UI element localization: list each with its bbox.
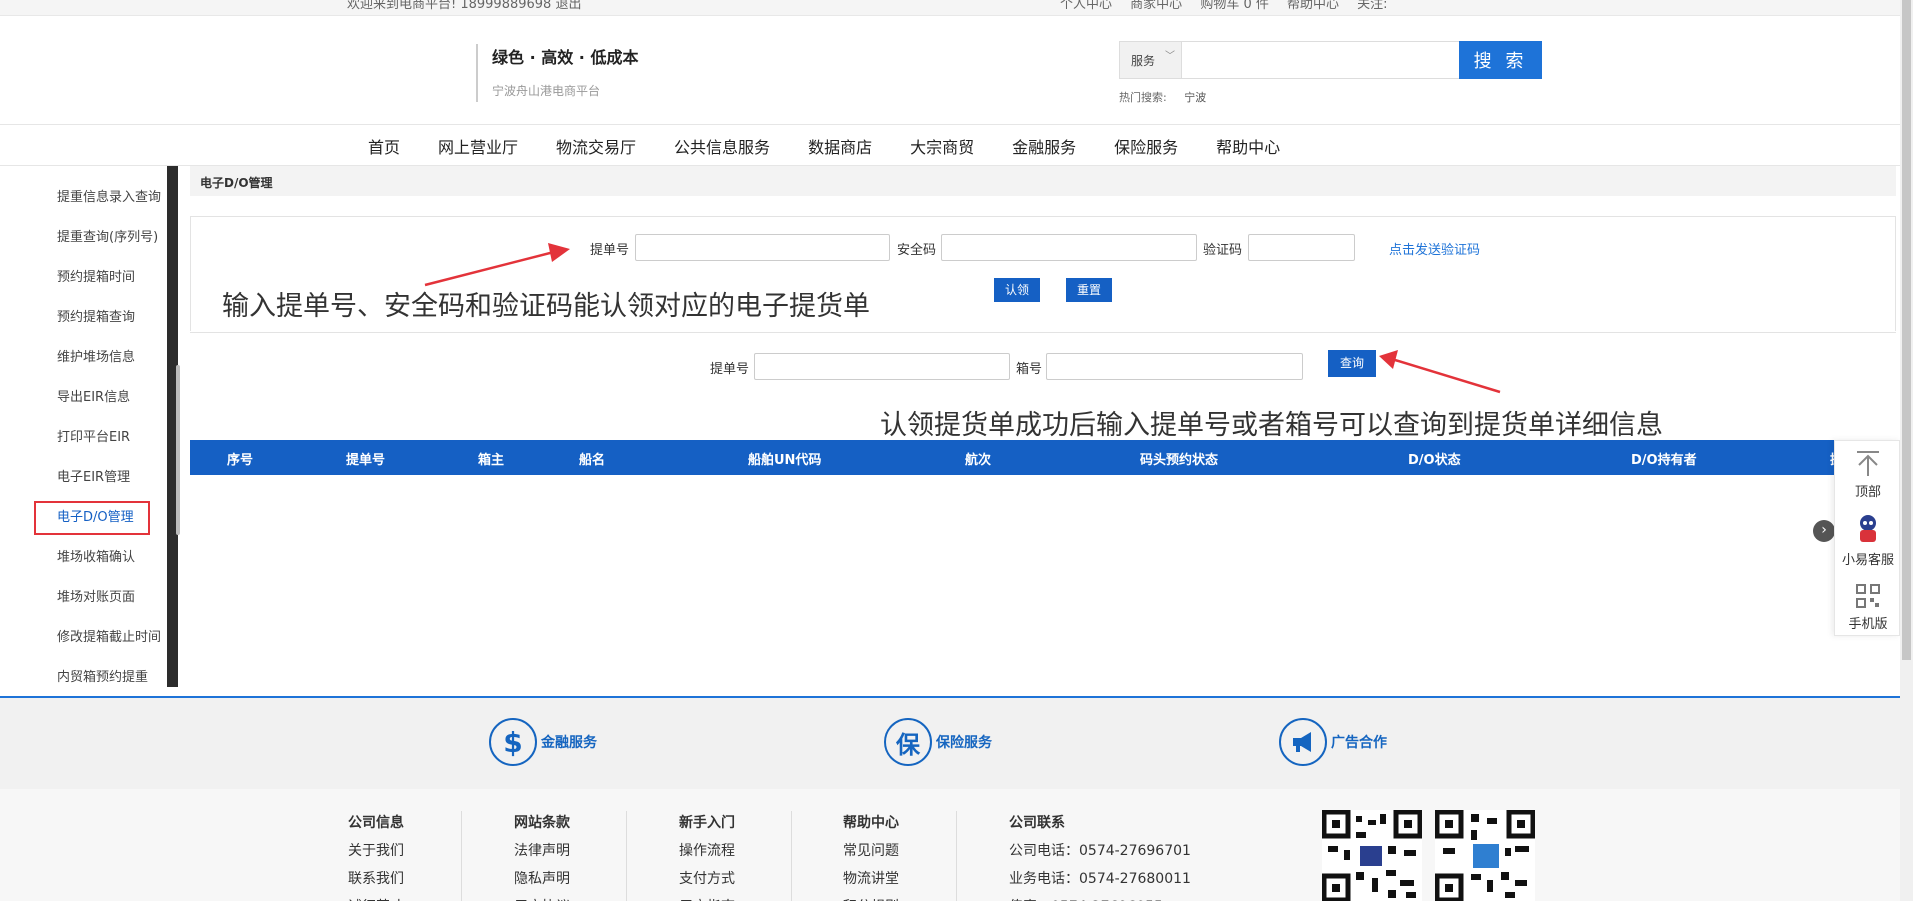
arrow-up-icon (1857, 451, 1879, 476)
column-header: 提单号 (346, 453, 386, 468)
arrow-line-claim (424, 250, 555, 287)
megaphone-icon (1279, 718, 1327, 766)
float-panel: 顶部 小易客服 手机版 (1834, 440, 1900, 636)
qr-code-image (1435, 810, 1535, 901)
mascot-icon (1860, 515, 1876, 542)
customer-service-button[interactable]: 小易客服 (1835, 513, 1901, 568)
footer-column-head: 公司信息 (348, 815, 404, 831)
arrow-head-claim (548, 243, 570, 262)
footer-link[interactable]: 诚征英才 (348, 893, 404, 901)
arrow-head-query (1379, 350, 1398, 369)
chevron-right-icon[interactable]: › (1813, 520, 1835, 542)
arrow-line-query (1394, 358, 1501, 394)
footer-column-newbie: 新手入门 操作流程 支付方式 用户指南 (679, 809, 735, 901)
footer-separator (626, 811, 627, 901)
footer-link[interactable]: 关于我们 (348, 837, 404, 865)
mobile-version-label: 手机版 (1848, 617, 1888, 632)
footer-contact: 传真：0574-27696055 (1009, 893, 1191, 901)
column-header: D/O持有者 (1631, 453, 1697, 468)
service-advertising-label: 广告合作 (1331, 735, 1387, 751)
footer-separator (791, 811, 792, 901)
footer-column-help: 帮助中心 常见问题 物流讲堂 积分规则 (843, 809, 899, 901)
dollar-icon: $ (489, 718, 537, 766)
footer-separator (956, 811, 957, 901)
service-insurance[interactable]: 保 保险服务 (884, 718, 992, 766)
page-scroll-thumb[interactable] (1902, 0, 1911, 660)
column-header: 船舶UN代码 (748, 453, 822, 468)
footer-link[interactable]: 法律声明 (514, 837, 570, 865)
footer-link[interactable]: 积分规则 (843, 893, 899, 901)
qr-code-image (1322, 810, 1422, 901)
customer-service-label: 小易客服 (1841, 553, 1894, 568)
table-header: 序号 提单号 箱主 船名 船舶UN代码 航次 码头预约状态 D/O状态 D/O持… (190, 440, 1896, 475)
footer-column-head: 网站条款 (514, 815, 570, 831)
footer-column-company: 公司信息 关于我们 联系我们 诚征英才 (348, 809, 404, 901)
footer-contact: 公司电话：0574-27696701 (1009, 843, 1191, 859)
footer-link[interactable]: 支付方式 (679, 865, 735, 893)
footer-column-terms: 网站条款 法律声明 隐私声明 用户协议 (514, 809, 570, 901)
footer-link[interactable]: 常见问题 (843, 837, 899, 865)
footer-separator (461, 811, 462, 901)
column-header: 码头预约状态 (1140, 453, 1219, 468)
footer-link[interactable]: 隐私声明 (514, 865, 570, 893)
footer-column-contact: 公司联系 公司电话：0574-27696701 业务电话：0574-276800… (1009, 809, 1191, 901)
footer-link[interactable]: 用户指南 (679, 893, 735, 901)
service-advertising[interactable]: 广告合作 (1279, 718, 1387, 766)
footer-link[interactable]: 操作流程 (679, 837, 735, 865)
insurance-icon: 保 (884, 718, 932, 766)
footer-link[interactable]: 用户协议 (514, 893, 570, 901)
column-header: 箱主 (478, 453, 505, 468)
mobile-version-button[interactable]: 手机版 (1835, 583, 1901, 632)
footer-column-head: 帮助中心 (843, 815, 899, 831)
service-insurance-label: 保险服务 (936, 735, 992, 751)
footer-link[interactable]: 联系我们 (348, 865, 404, 893)
service-finance-label: 金融服务 (541, 735, 597, 751)
back-to-top-label: 顶部 (1854, 485, 1881, 500)
footer-column-head: 公司联系 (1009, 815, 1065, 831)
qr-code-icon (1856, 584, 1880, 608)
footer-column-head: 新手入门 (679, 815, 735, 831)
service-finance[interactable]: $ 金融服务 (489, 718, 597, 766)
footer-contact: 业务电话：0574-27680011 (1009, 871, 1191, 887)
column-header: D/O状态 (1408, 453, 1461, 468)
services-strip: $ 金融服务 保 保险服务 广告合作 (0, 698, 1900, 789)
column-header: 航次 (965, 453, 992, 468)
column-header: 序号 (227, 453, 254, 468)
footer-link[interactable]: 物流讲堂 (843, 865, 899, 893)
footer: 公司信息 关于我们 联系我们 诚征英才 网站条款 法律声明 隐私声明 用户协议 … (0, 789, 1900, 901)
page: 欢迎来到电商平台! 18999889698 退出 个人中心 商家中心 购物车 0… (0, 0, 1913, 901)
column-header: 船名 (579, 453, 606, 468)
back-to-top-button[interactable]: 顶部 (1835, 449, 1901, 500)
